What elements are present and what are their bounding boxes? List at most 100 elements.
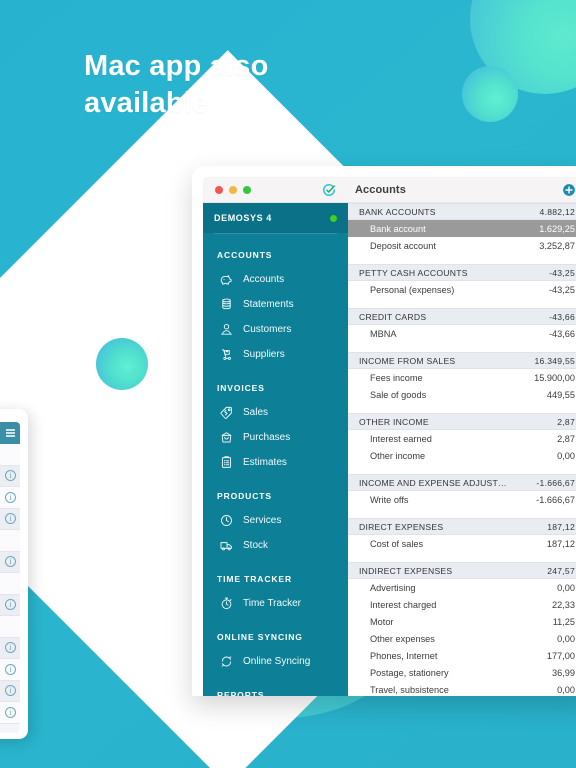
account-amount: -43,66: [548, 328, 575, 339]
account-group-header[interactable]: INCOME AND EXPENSE ADJUSTM… -1.666,67: [348, 474, 576, 491]
sidebar-section-label: PRODUCTS: [217, 491, 272, 501]
account-amount: 36,99: [552, 667, 575, 678]
info-circle-icon: i: [5, 556, 16, 568]
sidebar-item-label: Accounts: [243, 274, 285, 285]
account-row[interactable]: Deposit account 3.252,87: [348, 237, 576, 254]
account-group-header[interactable]: OTHER INCOME 2,87: [348, 413, 576, 430]
info-circle-icon: i: [5, 470, 16, 482]
account-row[interactable]: Personal (expenses) -43,25: [348, 281, 576, 298]
account-amount: -43,25: [548, 284, 575, 295]
side-device-row: [0, 616, 20, 638]
side-device-row: i: [0, 702, 20, 724]
side-device-row: i: [0, 680, 20, 702]
add-account-button[interactable]: [553, 183, 576, 197]
account-row[interactable]: Interest earned 2,87: [348, 430, 576, 447]
account-row[interactable]: Phones, Internet 177,00: [348, 647, 576, 664]
sidebar-item-purchases[interactable]: Purchases: [203, 425, 348, 450]
sidebar-item-stock[interactable]: Stock: [203, 533, 348, 558]
info-circle-icon: i: [5, 599, 16, 611]
account-amount: 2,87: [557, 433, 575, 444]
group-spacer: [348, 552, 576, 562]
account-name: Interest earned: [370, 433, 432, 444]
account-row[interactable]: Write offs -1.666,67: [348, 491, 576, 508]
minimize-window-button[interactable]: [229, 185, 237, 194]
hand-truck-icon: [219, 347, 234, 362]
account-name: Bank account: [370, 223, 426, 234]
group-spacer: [348, 464, 576, 474]
account-row[interactable]: Postage, stationery 36,99: [348, 664, 576, 681]
account-name: Motor: [370, 616, 394, 627]
sidebar-item-online-syncing[interactable]: Online Syncing: [203, 649, 348, 674]
workspace-header[interactable]: DEMOSYS 4: [203, 203, 348, 233]
hamburger-menu-icon[interactable]: [6, 428, 15, 439]
account-amount: 0,00: [557, 582, 575, 593]
account-row[interactable]: Advertising 0,00: [348, 579, 576, 596]
sidebar-item-label: Suppliers: [243, 349, 285, 360]
account-amount: 0,00: [557, 684, 575, 695]
sidebar-item-label: Stock: [243, 540, 269, 551]
side-device-row: i: [0, 637, 20, 659]
account-group-header[interactable]: BANK ACCOUNTS 4.882,12: [348, 203, 576, 220]
account-amount: 3.252,87: [539, 240, 575, 251]
window-title: Accounts: [355, 183, 406, 196]
account-amount: 0,00: [557, 633, 575, 644]
account-name: Fees income: [370, 372, 423, 383]
account-row[interactable]: Cost of sales 187,12: [348, 535, 576, 552]
account-row[interactable]: Fees income 15.900,00: [348, 369, 576, 386]
account-group-name: INCOME AND EXPENSE ADJUSTM…: [359, 477, 509, 488]
zoom-window-button[interactable]: [243, 185, 251, 194]
sidebar-nav: ACCOUNTS Accounts Statements Customers Suppl…: [203, 234, 348, 696]
sidebar-item-services[interactable]: Services: [203, 508, 348, 533]
side-device-row: i: [0, 594, 20, 616]
account-row[interactable]: Motor 11,25: [348, 613, 576, 630]
group-spacer: [348, 254, 576, 264]
sidebar-item-sales[interactable]: Sales: [203, 400, 348, 425]
account-group-name: PETTY CASH ACCOUNTS: [359, 267, 468, 278]
sidebar-item-statements[interactable]: Statements: [203, 292, 348, 317]
account-row[interactable]: Travel, subsistence 0,00: [348, 681, 576, 696]
app-logo-icon: [315, 183, 343, 197]
account-row[interactable]: Bank account 1.629,25: [348, 220, 576, 237]
page-title: Mac app also available: [84, 50, 269, 119]
account-name: Advertising: [370, 582, 416, 593]
account-amount: 0,00: [557, 450, 575, 461]
info-circle-icon: i: [5, 642, 16, 654]
sidebar-item-customers[interactable]: Customers: [203, 317, 348, 342]
account-group-name: BANK ACCOUNTS: [359, 206, 436, 217]
account-row[interactable]: Sale of goods 449,55: [348, 386, 576, 403]
account-amount: 15.900,00: [534, 372, 575, 383]
sidebar-item-label: Online Syncing: [243, 656, 311, 667]
app-window: Accounts DEMOSYS 4 ACCOUNTS Accounts Sta…: [203, 177, 576, 696]
account-row[interactable]: Other expenses 0,00: [348, 630, 576, 647]
group-spacer: [348, 403, 576, 413]
account-group-total: 187,12: [547, 521, 575, 532]
account-name: Phones, Internet: [370, 650, 438, 661]
account-group-name: INDIRECT EXPENSES: [359, 565, 453, 576]
sidebar-item-time-tracker[interactable]: Time Tracker: [203, 591, 348, 616]
account-group-header[interactable]: PETTY CASH ACCOUNTS -43,25: [348, 264, 576, 281]
sidebar-item-suppliers[interactable]: Suppliers: [203, 342, 348, 367]
account-group-header[interactable]: CREDIT CARDS -43,66: [348, 308, 576, 325]
account-name: Postage, stationery: [370, 667, 449, 678]
account-group-header[interactable]: INCOME FROM SALES 16.349,55: [348, 352, 576, 369]
info-circle-icon: i: [5, 513, 16, 525]
sidebar-section-label: TIME TRACKER: [217, 574, 293, 584]
account-group-header[interactable]: DIRECT EXPENSES 187,12: [348, 518, 576, 535]
sidebar-item-label: Time Tracker: [243, 598, 301, 609]
account-row[interactable]: MBNA -43,66: [348, 325, 576, 342]
side-device-header: [0, 422, 20, 444]
sidebar-item-label: Customers: [243, 324, 292, 335]
accounts-list[interactable]: BANK ACCOUNTS 4.882,12 Bank account 1.629,2…: [348, 203, 576, 696]
close-window-button[interactable]: [215, 185, 223, 194]
workspace-name: DEMOSYS 4: [214, 213, 272, 223]
group-spacer: [348, 508, 576, 518]
account-name: Deposit account: [370, 240, 436, 251]
sidebar-item-accounts[interactable]: Accounts: [203, 267, 348, 292]
sidebar-item-estimates[interactable]: Estimates: [203, 450, 348, 475]
side-device-tablet: iiiiiiiii: [0, 409, 28, 739]
account-group-header[interactable]: INDIRECT EXPENSES 247,57: [348, 562, 576, 579]
side-device-row: i: [0, 659, 20, 681]
account-row[interactable]: Other income 0,00: [348, 447, 576, 464]
account-row[interactable]: Interest charged 22,33: [348, 596, 576, 613]
sidebar-section-label: ACCOUNTS: [217, 250, 273, 260]
